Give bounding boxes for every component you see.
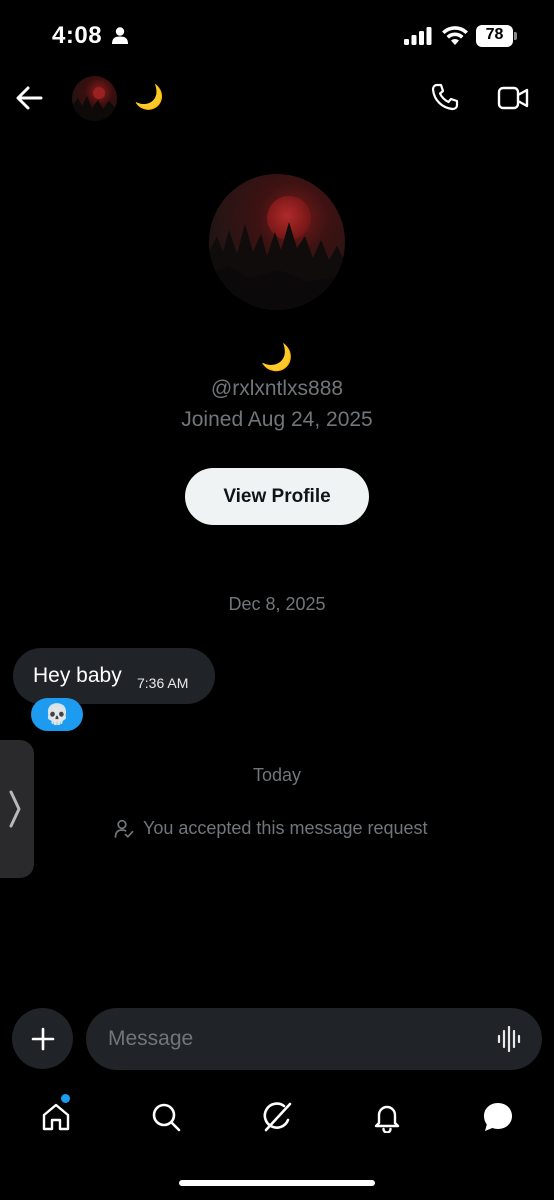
tab-messages[interactable]	[478, 1097, 518, 1137]
message-reaction[interactable]: 💀	[31, 698, 83, 731]
notification-dot	[61, 1094, 70, 1103]
add-attachment-button[interactable]	[12, 1008, 73, 1069]
tab-home[interactable]	[36, 1097, 76, 1137]
header-avatar[interactable]	[72, 76, 117, 121]
side-drawer-handle[interactable]	[0, 740, 34, 878]
message-bubble[interactable]: Hey baby 7:36 AM	[13, 648, 215, 704]
video-camera-icon[interactable]	[497, 85, 529, 111]
date-separator: Dec 8, 2025	[228, 594, 326, 614]
system-notice-text: You accepted this message request	[143, 818, 428, 838]
bell-icon	[374, 1105, 400, 1133]
view-profile-button[interactable]: View Profile	[185, 468, 369, 525]
message-input[interactable]	[108, 1008, 488, 1070]
phone-icon[interactable]	[430, 82, 460, 112]
profile-display-name: 🌙	[260, 342, 294, 372]
battery-indicator: 78	[476, 25, 518, 47]
messages-icon	[484, 1103, 512, 1131]
home-icon	[42, 1103, 70, 1131]
home-indicator	[179, 1180, 375, 1186]
wifi-icon	[442, 26, 468, 45]
status-time: 4:08	[52, 22, 103, 49]
profile-handle: @rxlxntlxs888	[210, 377, 344, 400]
header-display-name[interactable]: 🌙	[134, 83, 164, 112]
voice-waveform-icon[interactable]	[497, 1026, 523, 1052]
message-composer[interactable]	[86, 1008, 542, 1070]
tab-search[interactable]	[146, 1097, 186, 1137]
person-check-icon	[114, 819, 134, 838]
person-icon	[112, 27, 128, 44]
plus-icon	[31, 1027, 54, 1050]
system-notice: You accepted this message request	[114, 818, 428, 839]
chevron-right-icon	[9, 790, 21, 828]
battery-percent: 78	[485, 26, 504, 43]
message-timestamp: 7:36 AM	[137, 675, 189, 691]
search-icon	[152, 1103, 181, 1132]
message-text: Hey baby	[33, 664, 122, 687]
tab-grok[interactable]	[257, 1097, 297, 1137]
grok-icon	[263, 1102, 292, 1132]
back-arrow-icon[interactable]	[14, 84, 44, 112]
status-bar: 4:08 78	[0, 0, 554, 74]
signal-icon	[404, 27, 432, 45]
tab-notifications[interactable]	[367, 1097, 407, 1137]
profile-joined-date: Joined Aug 24, 2025	[181, 408, 373, 431]
profile-avatar[interactable]	[209, 174, 345, 310]
date-separator: Today	[252, 765, 302, 785]
